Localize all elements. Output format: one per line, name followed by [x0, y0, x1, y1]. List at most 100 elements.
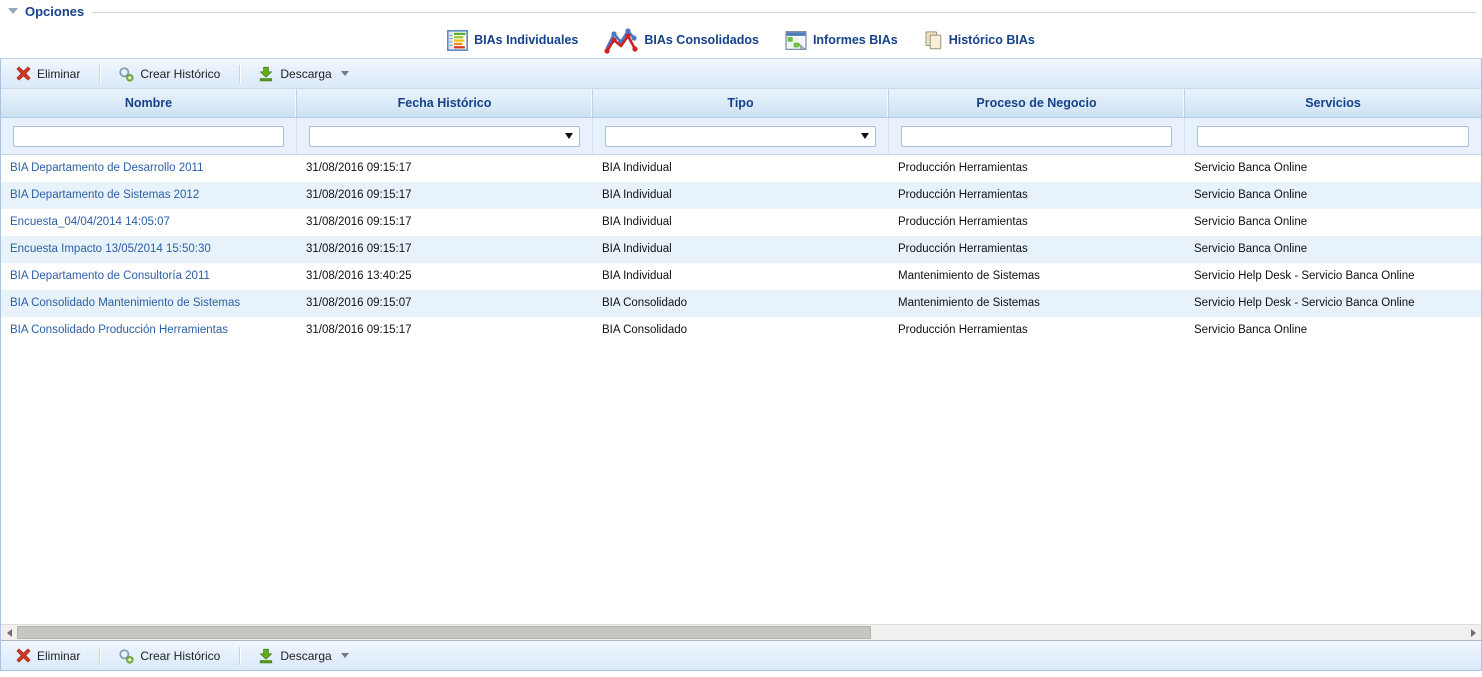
history-documents-icon: [924, 30, 943, 50]
cell-proceso: Producción Herramientas: [889, 209, 1185, 236]
cell-fecha: 31/08/2016 09:15:17: [297, 236, 593, 263]
historico-grid-panel: Eliminar Crear Histórico Descarga Nombre: [0, 58, 1482, 671]
grid-filter-row: [1, 118, 1481, 155]
toolbar-separator: [99, 65, 101, 83]
cell-proceso: Producción Herramientas: [889, 236, 1185, 263]
chevron-down-icon: [341, 653, 349, 658]
descarga-label: Descarga: [280, 649, 331, 663]
cell-fecha: 31/08/2016 09:15:17: [297, 317, 593, 344]
column-header-servicios[interactable]: Servicios: [1185, 89, 1481, 117]
nav-bias-individuales[interactable]: BIAs Individuales: [447, 30, 578, 51]
collapse-toggle-icon[interactable]: [8, 8, 18, 14]
column-header-tipo[interactable]: Tipo: [593, 89, 889, 117]
cell-fecha: 31/08/2016 09:15:17: [297, 155, 593, 182]
dropdown-caret-icon: [861, 133, 869, 139]
magnifier-plus-icon: [118, 66, 134, 82]
eliminar-button[interactable]: Eliminar: [8, 62, 90, 85]
nav-informes-bias[interactable]: Informes BIAs: [785, 30, 898, 50]
line-chart-icon: [604, 27, 638, 54]
descarga-button-bottom[interactable]: Descarga: [250, 644, 358, 668]
crear-historico-label: Crear Histórico: [140, 67, 220, 81]
nav-bias-consolidados[interactable]: BIAs Consolidados: [604, 27, 759, 54]
cell-tipo: BIA Individual: [593, 182, 889, 209]
servicios-filter-input[interactable]: [1197, 126, 1469, 147]
crear-historico-button[interactable]: Crear Histórico: [110, 62, 230, 86]
table-row[interactable]: BIA Consolidado Producción Herramientas …: [1, 317, 1481, 344]
column-header-fecha-historico[interactable]: Fecha Histórico: [297, 89, 593, 117]
nav-label: BIAs Consolidados: [644, 33, 759, 47]
eliminar-label: Eliminar: [37, 67, 80, 81]
cell-fecha: 31/08/2016 09:15:17: [297, 182, 593, 209]
scrollbar-track[interactable]: [17, 625, 1465, 640]
cell-servicios: Servicio Banca Online: [1185, 155, 1481, 182]
cell-proceso: Mantenimiento de Sistemas: [889, 290, 1185, 317]
crear-historico-button-bottom[interactable]: Crear Histórico: [110, 644, 230, 668]
table-row[interactable]: Encuesta_04/04/2014 14:05:07 31/08/2016 …: [1, 209, 1481, 236]
cell-nombre[interactable]: BIA Departamento de Desarrollo 2011: [1, 155, 297, 182]
cell-nombre[interactable]: BIA Consolidado Producción Herramientas: [1, 317, 297, 344]
cell-nombre[interactable]: BIA Departamento de Sistemas 2012: [1, 182, 297, 209]
cell-tipo: BIA Consolidado: [593, 317, 889, 344]
cell-tipo: BIA Individual: [593, 155, 889, 182]
fieldset-rule: [92, 12, 1476, 13]
opciones-title: Opciones: [25, 4, 84, 19]
cell-tipo: BIA Individual: [593, 209, 889, 236]
filter-cell-proceso: [889, 118, 1185, 154]
proceso-filter-input[interactable]: [901, 126, 1172, 147]
dropdown-caret-icon: [565, 133, 573, 139]
horizontal-scrollbar[interactable]: [1, 624, 1481, 640]
bia-individual-table-icon: [447, 30, 468, 51]
toolbar-separator: [239, 647, 241, 665]
column-header-nombre[interactable]: Nombre: [1, 89, 297, 117]
scrollbar-thumb[interactable]: [17, 626, 871, 639]
tipo-filter-select[interactable]: [605, 126, 876, 147]
toolbar-separator: [99, 647, 101, 665]
chevron-down-icon: [341, 71, 349, 76]
cell-fecha: 31/08/2016 09:15:07: [297, 290, 593, 317]
cell-nombre[interactable]: Encuesta_04/04/2014 14:05:07: [1, 209, 297, 236]
eliminar-label: Eliminar: [37, 649, 80, 663]
grid-toolbar-bottom: Eliminar Crear Histórico Descarga: [1, 640, 1481, 670]
eliminar-button-bottom[interactable]: Eliminar: [8, 644, 90, 667]
descarga-label: Descarga: [280, 67, 331, 81]
historico-bias-screen: Opciones BIAs Individuales BIAs Consolid…: [0, 0, 1482, 671]
column-header-proceso-negocio[interactable]: Proceso de Negocio: [889, 89, 1185, 117]
nombre-filter-input[interactable]: [13, 126, 284, 147]
toolbar-separator: [239, 65, 241, 83]
delete-x-icon: [16, 66, 31, 81]
filter-cell-nombre: [1, 118, 297, 154]
cell-nombre[interactable]: BIA Departamento de Consultoría 2011: [1, 263, 297, 290]
nav-historico-bias[interactable]: Histórico BIAs: [924, 30, 1035, 50]
magnifier-plus-icon: [118, 648, 134, 664]
table-row[interactable]: BIA Consolidado Mantenimiento de Sistema…: [1, 290, 1481, 317]
fecha-filter-select[interactable]: [309, 126, 580, 147]
scroll-right-button[interactable]: [1465, 625, 1481, 640]
cell-fecha: 31/08/2016 13:40:25: [297, 263, 593, 290]
cell-tipo: BIA Individual: [593, 263, 889, 290]
cell-proceso: Producción Herramientas: [889, 155, 1185, 182]
nav-label: Histórico BIAs: [949, 33, 1035, 47]
cell-tipo: BIA Consolidado: [593, 290, 889, 317]
download-icon: [258, 66, 274, 82]
cell-proceso: Producción Herramientas: [889, 182, 1185, 209]
filter-cell-fecha: [297, 118, 593, 154]
nav-label: BIAs Individuales: [474, 33, 578, 47]
cell-servicios: Servicio Banca Online: [1185, 317, 1481, 344]
cell-proceso: Producción Herramientas: [889, 317, 1185, 344]
table-row[interactable]: BIA Departamento de Desarrollo 2011 31/0…: [1, 155, 1481, 182]
scroll-left-button[interactable]: [1, 625, 17, 640]
table-row[interactable]: Encuesta Impacto 13/05/2014 15:50:30 31/…: [1, 236, 1481, 263]
cell-nombre[interactable]: Encuesta Impacto 13/05/2014 15:50:30: [1, 236, 297, 263]
cell-servicios: Servicio Banca Online: [1185, 209, 1481, 236]
report-spreadsheet-icon: [785, 30, 807, 50]
cell-servicios: Servicio Help Desk - Servicio Banca Onli…: [1185, 263, 1481, 290]
cell-proceso: Mantenimiento de Sistemas: [889, 263, 1185, 290]
cell-nombre[interactable]: BIA Consolidado Mantenimiento de Sistema…: [1, 290, 297, 317]
filter-cell-servicios: [1185, 118, 1481, 154]
opciones-fieldset-header: Opciones: [0, 0, 1482, 22]
table-row[interactable]: BIA Departamento de Sistemas 2012 31/08/…: [1, 182, 1481, 209]
table-row[interactable]: BIA Departamento de Consultoría 2011 31/…: [1, 263, 1481, 290]
descarga-button[interactable]: Descarga: [250, 62, 358, 86]
download-icon: [258, 648, 274, 664]
cell-servicios: Servicio Help Desk - Servicio Banca Onli…: [1185, 290, 1481, 317]
